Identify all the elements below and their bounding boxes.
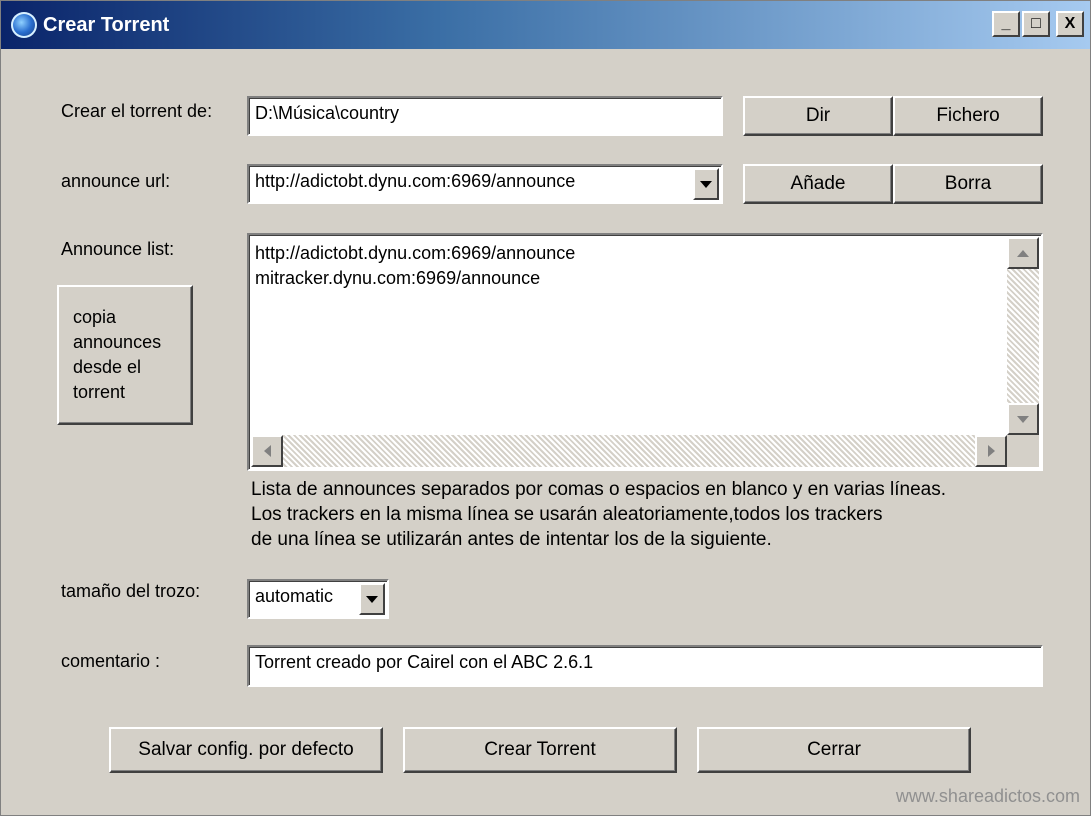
copy-announces-label-line-3: desde el (73, 357, 142, 377)
announce-list-label: Announce list: (61, 239, 175, 259)
window-controls: _ □ X (992, 11, 1084, 37)
scrollbar-corner (1007, 435, 1039, 467)
horizontal-scrollbar[interactable] (251, 435, 1007, 467)
minimize-button[interactable]: _ (992, 11, 1020, 37)
title-bar: Crear Torrent _ □ X (1, 1, 1090, 49)
source-label: Crear el torrent de: (61, 101, 213, 121)
chevron-down-icon (700, 180, 712, 188)
arrow-up-icon (1017, 249, 1029, 257)
close-button[interactable]: Cerrar (697, 727, 971, 773)
watermark-text: www.shareadictos.com (895, 786, 1080, 806)
comment-label: comentario : (61, 651, 161, 671)
save-defaults-button[interactable]: Salvar config. por defecto (109, 727, 383, 773)
piece-size-label: tamaño del trozo: (61, 581, 201, 601)
announce-list-line: http://adictobt.dynu.com:6969/announce (255, 243, 576, 263)
announce-url-value: http://adictobt.dynu.com:6969/announce (255, 171, 576, 191)
source-path-input[interactable]: D:\Música\country (247, 96, 723, 136)
scroll-right-button[interactable] (975, 435, 1007, 467)
arrow-down-icon (1017, 415, 1029, 423)
minimize-icon: _ (1001, 15, 1011, 32)
announce-help-line-2: Los trackers en la misma línea se usarán… (251, 504, 883, 525)
piece-size-value: automatic (255, 586, 334, 606)
announce-list-textarea[interactable]: http://adictobt.dynu.com:6969/announce m… (247, 233, 1043, 471)
close-icon: X (1064, 15, 1076, 32)
announce-list-line: mitracker.dynu.com:6969/announce (255, 268, 541, 288)
vertical-scrollbar[interactable] (1007, 237, 1039, 435)
announce-url-dropdown-button[interactable] (693, 168, 719, 200)
copy-announces-label-line-1: copia (73, 307, 117, 327)
window-title: Crear Torrent (43, 13, 170, 36)
piece-size-dropdown-button[interactable] (359, 583, 385, 615)
copy-announces-button[interactable]: copia announces desde el torrent (57, 285, 193, 425)
file-button[interactable]: Fichero (893, 96, 1043, 136)
arrow-left-icon (263, 445, 271, 457)
copy-announces-label-line-4: torrent (73, 382, 126, 402)
add-announce-button[interactable]: Añade (743, 164, 893, 204)
announce-help-line-1: Lista de announces separados por comas o… (251, 479, 946, 500)
announce-url-select[interactable]: http://adictobt.dynu.com:6969/announce (247, 164, 723, 204)
create-torrent-button[interactable]: Crear Torrent (403, 727, 677, 773)
announce-url-label: announce url: (61, 171, 171, 191)
announce-help-line-3: de una línea se utilizarán antes de inte… (251, 529, 772, 550)
dir-button[interactable]: Dir (743, 96, 893, 136)
arrow-right-icon (987, 445, 995, 457)
scroll-up-button[interactable] (1007, 237, 1039, 269)
piece-size-select[interactable]: automatic (247, 579, 389, 619)
maximize-button[interactable]: □ (1022, 11, 1050, 37)
scroll-left-button[interactable] (251, 435, 283, 467)
globe-app-icon (11, 12, 37, 38)
scroll-down-button[interactable] (1007, 403, 1039, 435)
copy-announces-label-line-2: announces (73, 332, 162, 352)
comment-input[interactable]: Torrent creado por Cairel con el ABC 2.6… (247, 645, 1043, 687)
close-window-button[interactable]: X (1056, 11, 1084, 37)
chevron-down-icon (366, 595, 378, 603)
remove-announce-button[interactable]: Borra (893, 164, 1043, 204)
maximize-icon: □ (1031, 15, 1041, 32)
crear-torrent-window: Crear Torrent _ □ X Crear el torrent de:… (0, 0, 1091, 816)
